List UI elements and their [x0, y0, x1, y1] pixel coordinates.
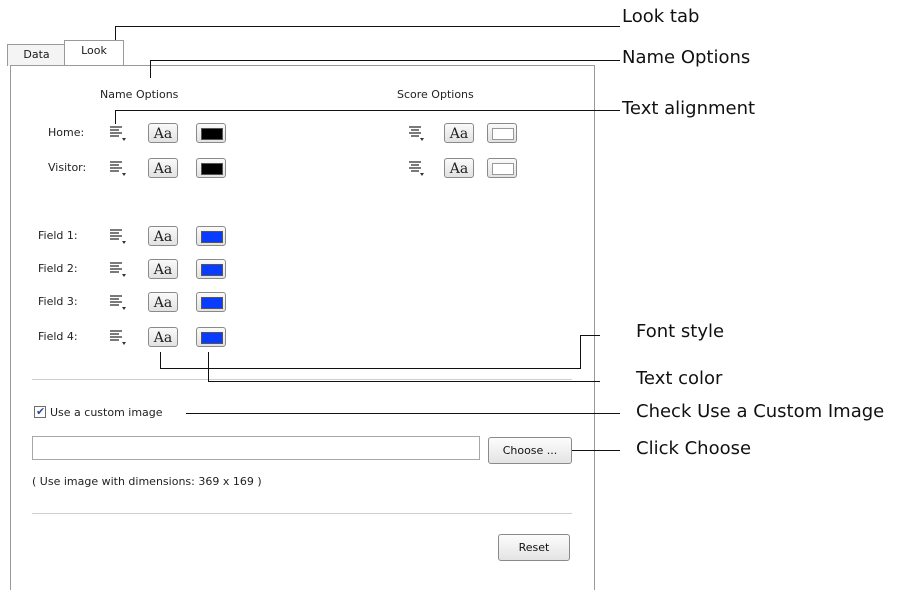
callout-line-text-alignment-v — [115, 110, 116, 124]
row-label: Visitor: — [48, 161, 87, 174]
score-color-button[interactable] — [487, 123, 517, 143]
row-label: Field 4: — [38, 330, 78, 343]
align-left-icon[interactable] — [109, 328, 126, 345]
callout-check-custom-image: Check Use a Custom Image — [636, 401, 885, 422]
callout-click-choose: Click Choose — [636, 438, 752, 459]
align-left-icon[interactable] — [109, 124, 126, 141]
color-swatch — [201, 163, 223, 175]
color-swatch — [201, 128, 223, 140]
color-swatch — [201, 264, 223, 276]
align-center-icon[interactable] — [407, 124, 424, 141]
callout-look-tab: Look tab — [622, 6, 700, 27]
font-style-label: Aa — [153, 295, 173, 311]
font-style-label: Aa — [153, 330, 173, 346]
font-style-button[interactable]: Aa — [148, 226, 178, 246]
image-dimensions-hint: ( Use image with dimensions: 369 x 169 ) — [32, 475, 262, 488]
text-color-button[interactable] — [196, 259, 226, 279]
font-style-label: Aa — [449, 126, 469, 142]
score-font-style-button[interactable]: Aa — [444, 158, 474, 178]
callout-line-custom-image — [186, 413, 620, 414]
font-style-button[interactable]: Aa — [148, 327, 178, 347]
reset-button-label: Reset — [518, 541, 550, 554]
row-label: Field 2: — [38, 262, 78, 275]
align-center-icon[interactable] — [407, 159, 424, 176]
row-label: Field 1: — [38, 229, 78, 242]
row-label: Home: — [48, 126, 85, 139]
callout-name-options: Name Options — [622, 47, 751, 68]
color-swatch — [201, 332, 223, 344]
callout-line-text-color-v — [208, 352, 209, 381]
score-options-header: Score Options — [397, 88, 474, 101]
choose-button-label: Choose ... — [502, 444, 558, 457]
text-color-button[interactable] — [196, 292, 226, 312]
name-options-header: Name Options — [100, 88, 179, 101]
align-left-icon[interactable] — [109, 159, 126, 176]
score-font-style-button[interactable]: Aa — [444, 123, 474, 143]
separator — [32, 513, 572, 514]
callout-line-font-style — [580, 335, 600, 336]
font-style-label: Aa — [449, 161, 469, 177]
text-color-button[interactable] — [196, 226, 226, 246]
callout-text-color: Text color — [636, 368, 723, 389]
custom-image-checkbox[interactable]: ✔ — [34, 405, 46, 418]
text-color-button[interactable] — [196, 327, 226, 347]
align-left-icon[interactable] — [109, 227, 126, 244]
font-style-label: Aa — [153, 126, 173, 142]
text-color-button[interactable] — [196, 158, 226, 178]
callout-line-text-alignment — [115, 110, 620, 111]
choose-button[interactable]: Choose ... — [488, 437, 572, 464]
callout-line-font-style-v2 — [160, 352, 161, 368]
font-style-button[interactable]: Aa — [148, 259, 178, 279]
color-swatch — [201, 231, 223, 243]
callout-line-choose — [572, 450, 620, 451]
font-style-button[interactable]: Aa — [148, 158, 178, 178]
font-style-button[interactable]: Aa — [148, 123, 178, 143]
callout-line-font-style-v — [580, 335, 581, 368]
color-swatch — [492, 128, 514, 140]
callout-line-name-options — [150, 60, 620, 61]
custom-image-label: Use a custom image — [50, 406, 163, 419]
look-panel — [10, 65, 595, 590]
callout-text-alignment: Text alignment — [622, 98, 756, 119]
font-style-label: Aa — [153, 229, 173, 245]
tab-data[interactable]: Data — [7, 44, 66, 66]
text-color-button[interactable] — [196, 123, 226, 143]
image-path-input[interactable] — [32, 436, 480, 460]
color-swatch — [492, 163, 514, 175]
reset-button[interactable]: Reset — [498, 534, 570, 561]
font-style-label: Aa — [153, 262, 173, 278]
tab-data-label: Data — [23, 48, 50, 61]
font-style-label: Aa — [153, 161, 173, 177]
callout-line-look-tab — [115, 26, 620, 27]
separator — [32, 379, 572, 380]
row-label: Field 3: — [38, 295, 78, 308]
checkmark-icon: ✔ — [36, 405, 46, 418]
font-style-button[interactable]: Aa — [148, 292, 178, 312]
color-swatch — [201, 297, 223, 309]
align-left-icon[interactable] — [109, 293, 126, 310]
score-color-button[interactable] — [487, 158, 517, 178]
callout-line-font-style-h — [160, 368, 581, 369]
tab-look-label: Look — [81, 44, 107, 57]
callout-line-text-color — [208, 381, 600, 382]
tab-look[interactable]: Look — [64, 40, 124, 65]
callout-line-name-options-v — [150, 60, 151, 78]
callout-font-style: Font style — [636, 321, 725, 342]
align-left-icon[interactable] — [109, 260, 126, 277]
